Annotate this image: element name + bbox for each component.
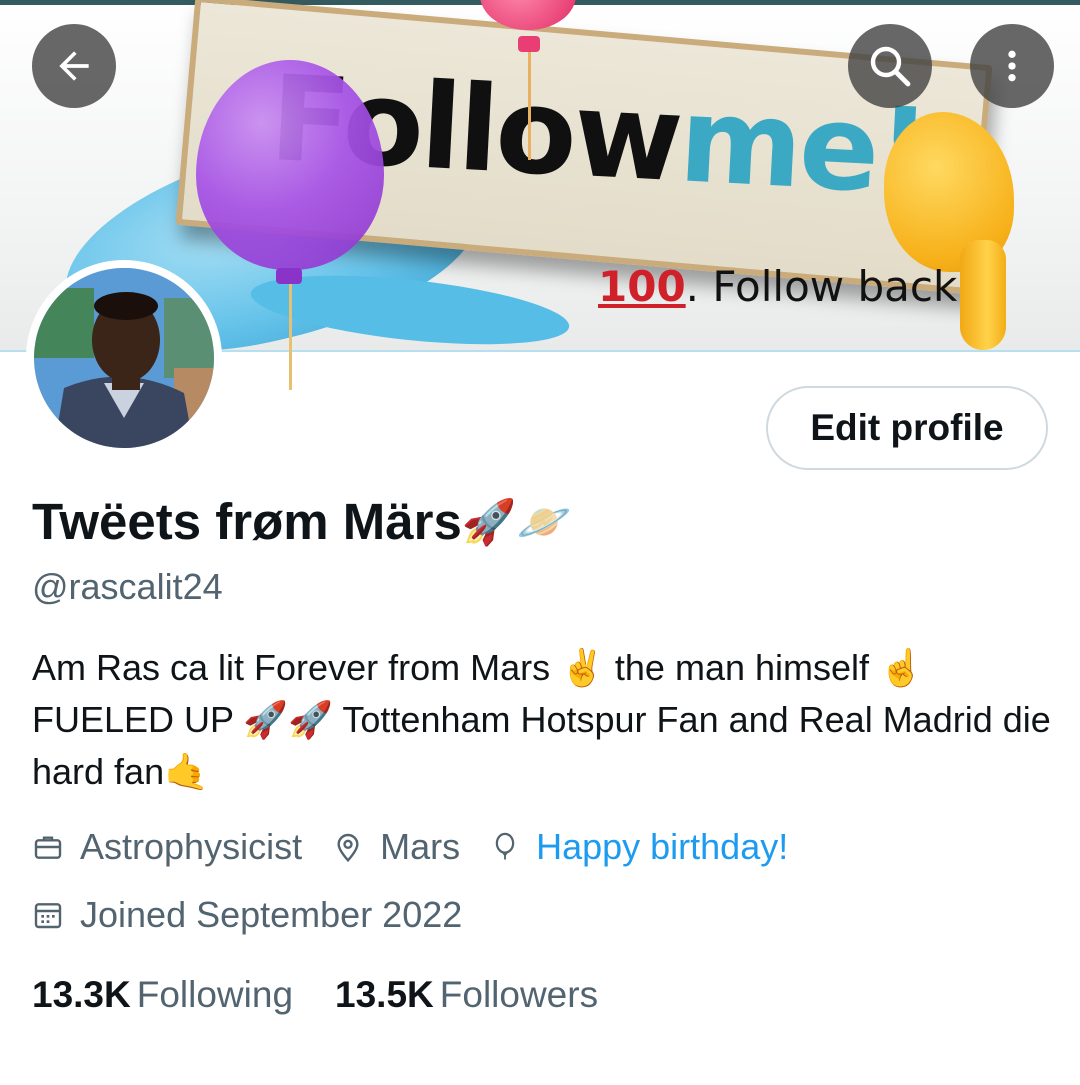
purple-balloon-string [289, 284, 292, 390]
joined-text: Joined September 2022 [80, 894, 463, 935]
search-icon [870, 46, 911, 87]
profile-meta-row: Astrophysicist Mars Happy birthday! [32, 826, 818, 868]
joined-row: Joined September 2022 [32, 894, 492, 936]
display-name-text: Twëets frøm Märs [32, 493, 462, 550]
more-options-button[interactable] [970, 24, 1054, 108]
edit-profile-button[interactable]: Edit profile [766, 386, 1048, 470]
back-button[interactable] [32, 24, 116, 108]
balloon-icon [495, 832, 515, 860]
display-name: Twëets frøm Märs 🚀🪐 [32, 492, 571, 551]
followers-count: 13.5K [335, 974, 434, 1015]
location-item: Mars [332, 826, 460, 868]
birthday-item[interactable]: Happy birthday! [490, 826, 788, 868]
pink-balloon-knot [518, 36, 540, 52]
pink-balloon-string [528, 52, 531, 160]
avatar-photo [34, 268, 214, 448]
more-vertical-icon [1008, 50, 1016, 82]
followers-link[interactable]: 13.5K Followers [335, 974, 598, 1016]
birthday-text[interactable]: Happy birthday! [536, 826, 788, 868]
following-link[interactable]: 13.3K Following [32, 974, 293, 1016]
follow-stats: 13.3K Following 13.5K Followers [32, 974, 640, 1016]
profile-bio: Am Ras ca lit Forever from Mars ✌️ the m… [32, 647, 1051, 792]
follow-back-label: . Follow back [685, 262, 958, 311]
back-arrow-icon [59, 51, 89, 81]
joined-item: Joined September 2022 [32, 894, 462, 936]
followers-label: Followers [439, 974, 599, 1015]
following-count: 13.3K [32, 974, 131, 1015]
profession-item: Astrophysicist [32, 826, 302, 868]
user-handle: @rascalit24 [32, 566, 223, 607]
following-label: Following [136, 974, 294, 1015]
profession-text: Astrophysicist [80, 826, 303, 867]
briefcase-icon [34, 836, 62, 859]
calendar-icon [34, 903, 62, 929]
pointing-finger-graphic [960, 240, 1006, 350]
avatar[interactable] [26, 260, 222, 456]
display-name-emojis: 🚀🪐 [461, 497, 572, 547]
banner-follow-back-text: 100. Follow back [598, 262, 957, 311]
search-button[interactable] [848, 24, 932, 108]
purple-balloon-knot [276, 268, 302, 284]
location-pin-icon [337, 833, 359, 863]
avatar-portrait-graphic [34, 268, 214, 448]
hundred-emoji-text: 100 [598, 262, 686, 311]
location-text: Mars [380, 826, 461, 867]
